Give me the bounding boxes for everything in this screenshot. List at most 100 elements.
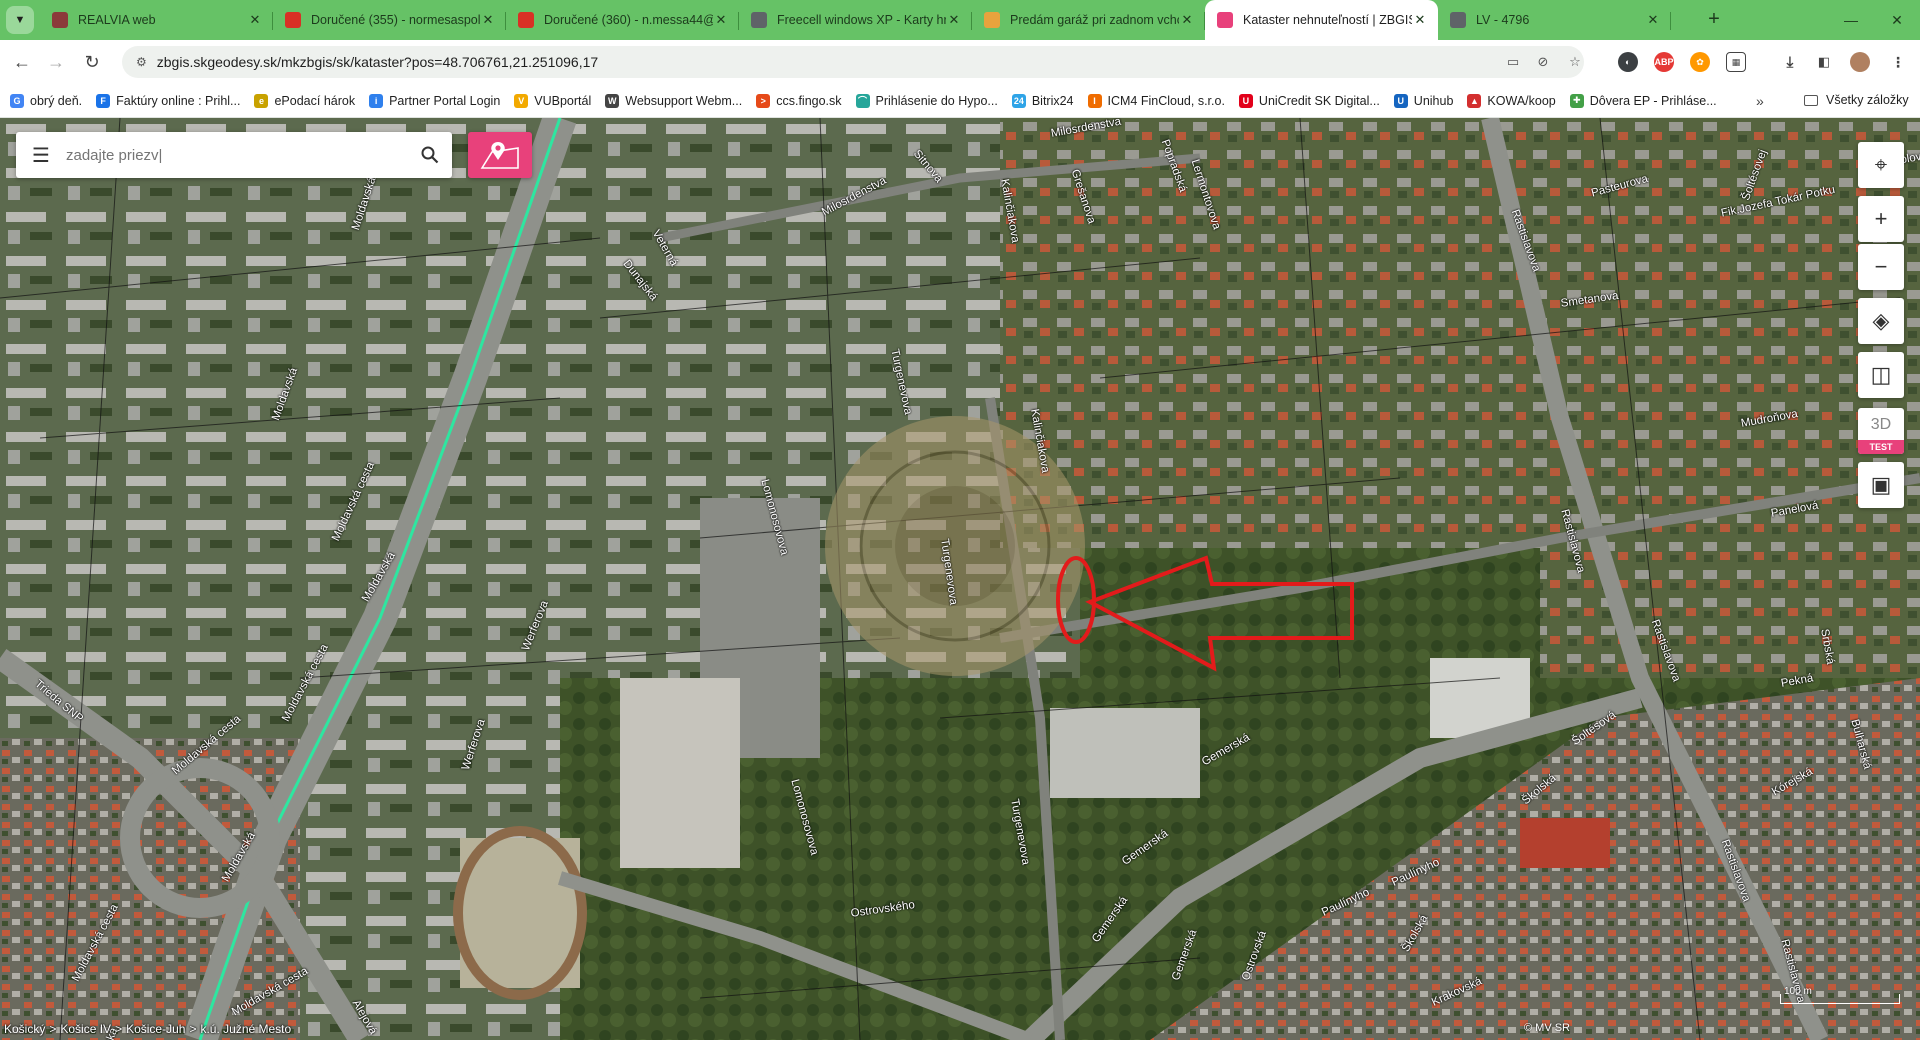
bookmarks-more-button[interactable]: » (1756, 93, 1764, 109)
close-tab-icon[interactable]: ✕ (480, 12, 496, 28)
minus-icon: − (1874, 254, 1888, 279)
bookmark-item[interactable]: U Unihub (1393, 93, 1453, 108)
bookmark-item[interactable]: i Partner Portal Login (369, 93, 500, 108)
puzzle-icon[interactable]: ▦ (1726, 52, 1746, 72)
layers-icon: ◈ (1872, 308, 1890, 333)
zoom-in-button[interactable]: + (1858, 196, 1904, 242)
bookmark-favicon-icon: I (1087, 93, 1102, 108)
test-badge: TEST (1858, 440, 1904, 454)
breadcrumb-item[interactable]: Košice IV (60, 1022, 111, 1036)
bookmark-label: ICM4 FinCloud, s.r.o. (1107, 93, 1225, 108)
close-icon: ✕ (1891, 11, 1903, 28)
close-tab-icon[interactable]: ✕ (946, 12, 962, 28)
all-bookmarks-button[interactable]: Všetky záložky (1804, 93, 1909, 107)
download-icon[interactable]: ⤓ (1780, 52, 1800, 72)
side-panel-icon[interactable]: ◧ (1814, 52, 1834, 72)
bookmark-favicon-icon: > (756, 93, 771, 108)
aerial-imagery (0, 118, 1920, 1040)
minimize-button[interactable]: — (1828, 0, 1874, 40)
tab-list: REALVIA web ✕ Doručené (355) - normesaspol… (40, 0, 1671, 40)
bookmark-label: ePodací hárok (274, 93, 356, 108)
3d-button[interactable]: 3D TEST (1858, 408, 1904, 454)
breadcrumb-item[interactable]: Košický (4, 1022, 45, 1036)
photo-map-button[interactable]: ▣ (1858, 462, 1904, 508)
close-tab-icon[interactable]: ✕ (713, 12, 729, 28)
bookmark-item[interactable]: W Websupport Webm... (605, 93, 742, 108)
tab-search-button[interactable]: ▼ (6, 6, 34, 34)
scale-bar: 100 m (1780, 986, 1900, 1006)
eye-off-icon[interactable]: ⊘ (1534, 53, 1552, 71)
locate-me-button[interactable]: ⌖ (1858, 142, 1904, 188)
zoom-out-button[interactable]: − (1858, 244, 1904, 290)
bookmark-item[interactable]: ▲ KOWA/koop (1467, 93, 1556, 108)
bookmark-item[interactable]: 24 Bitrix24 (1011, 93, 1074, 108)
address-bar[interactable]: ⚙ zbgis.skgeodesy.sk/mkzbgis/sk/kataster… (122, 46, 1584, 78)
reload-button[interactable]: ↻ (78, 48, 106, 76)
adblock-icon[interactable]: ABP (1654, 52, 1674, 72)
browser-tab[interactable]: LV - 4796 ✕ (1438, 0, 1671, 40)
breadcrumb-item[interactable]: k.ú. Južné Mesto (200, 1022, 291, 1036)
cast-icon[interactable]: ▭ (1504, 53, 1522, 71)
browser-tab[interactable]: Doručené (355) - normesaspol@ ✕ (273, 0, 506, 40)
map-pin-icon (480, 142, 519, 169)
compare-button[interactable]: ◫ (1858, 352, 1904, 398)
extension-icon[interactable]: ✿ (1690, 52, 1710, 72)
zbgis-icon (1217, 12, 1233, 28)
close-tab-icon[interactable]: ✕ (1645, 12, 1661, 28)
browser-tab[interactable]: Freecell windows XP - Karty hra ✕ (739, 0, 972, 40)
forward-button[interactable]: → (42, 48, 70, 76)
bookmark-favicon-icon: 24 (1011, 93, 1026, 108)
image-pin-icon: ▣ (1870, 472, 1892, 497)
globe-icon (751, 12, 767, 28)
search-input[interactable] (66, 146, 408, 164)
bookmark-item[interactable]: Gobrý deň. (10, 93, 82, 108)
avatar[interactable] (1850, 52, 1870, 72)
breadcrumb-separator: > (49, 1022, 57, 1036)
breadcrumb-separator: > (189, 1022, 197, 1036)
close-window-button[interactable]: ✕ (1874, 0, 1920, 40)
bookmark-item[interactable]: > ccs.fingo.sk (756, 93, 842, 108)
browser-toolbar: ← → ↻ ⚙ zbgis.skgeodesy.sk/mkzbgis/sk/ka… (0, 40, 1920, 84)
breadcrumb: Košický > Košice IV > Košice-Juh > k.ú. Južné … (4, 1022, 295, 1036)
menu-icon[interactable]: ☰ (16, 143, 66, 168)
bookmark-label: Dôvera EP - Prihláse... (1589, 93, 1717, 108)
tab-title: Doručené (355) - normesaspol@ (311, 13, 480, 27)
location-pin-button[interactable] (468, 132, 532, 178)
map-attribution: © MV SR (1524, 1022, 1570, 1034)
bookmark-item[interactable]: U UniCredit SK Digital... (1238, 93, 1380, 108)
tab-title: REALVIA web (78, 13, 156, 27)
close-tab-icon[interactable]: ✕ (247, 12, 263, 28)
split-view-icon: ◫ (1870, 362, 1892, 387)
bookmark-label: UniCredit SK Digital... (1258, 93, 1380, 108)
extension-icon[interactable]: ◐ (1618, 52, 1638, 72)
star-icon[interactable]: ☆ (1566, 53, 1584, 71)
bookmark-item[interactable]: V VUBportál (514, 93, 592, 108)
close-tab-icon[interactable]: ✕ (1412, 12, 1428, 28)
breadcrumb-separator: > (115, 1022, 123, 1036)
map-canvas[interactable]: Moldavská cesta Moldavská Moldavská cesta M… (0, 118, 1920, 1040)
more-vert-icon[interactable]: ⋮ (1888, 52, 1908, 72)
bookmark-label: VUBportál (534, 93, 592, 108)
bookmark-item[interactable]: e ePodací hárok (254, 93, 356, 108)
site-info-icon[interactable]: ⚙ (136, 55, 147, 69)
bookmark-favicon-icon: ▲ (1467, 93, 1482, 108)
breadcrumb-item[interactable]: Košice-Juh (126, 1022, 185, 1036)
browser-tab[interactable]: REALVIA web ✕ (40, 0, 273, 40)
browser-tab[interactable]: Kataster nehnuteľností | ZBGIS ✕ (1205, 0, 1438, 40)
layers-button[interactable]: ◈ (1858, 298, 1904, 344)
bookmark-item[interactable]: ✚ Dôvera EP - Prihláse... (1569, 93, 1717, 108)
search-icon[interactable] (408, 146, 452, 164)
bookmark-favicon-icon: V (514, 93, 529, 108)
browser-tab[interactable]: Doručené (360) - n.messa44@g ✕ (506, 0, 739, 40)
bookmark-item[interactable]: F Faktúry online : Prihl... (96, 93, 241, 108)
bookmark-item[interactable]: I ICM4 FinCloud, s.r.o. (1087, 93, 1225, 108)
bookmark-label: Faktúry online : Prihl... (116, 93, 241, 108)
back-button[interactable]: ← (8, 48, 36, 76)
close-tab-icon[interactable]: ✕ (1179, 12, 1195, 28)
map-search-box: ☰ (16, 132, 452, 178)
browser-tab[interactable]: Predám garáž pri zadnom vcho ✕ (972, 0, 1205, 40)
tab-title: Doručené (360) - n.messa44@g (544, 13, 713, 27)
bookmark-item[interactable]: ⌒ Prihlásenie do Hypo... (855, 93, 998, 108)
3d-label: 3D (1870, 416, 1892, 433)
new-tab-button[interactable]: + (1702, 8, 1726, 32)
